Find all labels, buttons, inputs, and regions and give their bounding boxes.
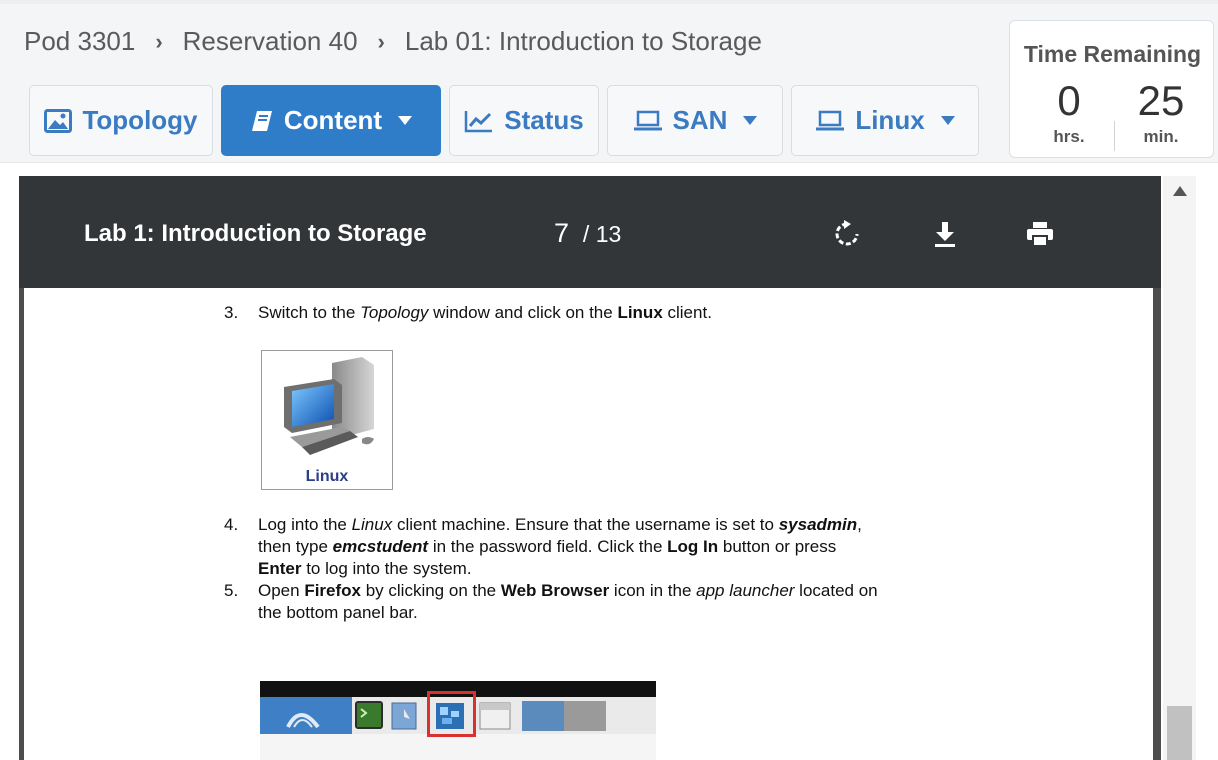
current-page-number[interactable]: 7 <box>554 218 569 248</box>
san-label: SAN <box>672 105 728 135</box>
status-label: Status <box>504 105 584 135</box>
desktop-computer-icon <box>284 357 374 455</box>
linux-figure-label: Linux <box>305 468 349 485</box>
step-text: Switch to the Topology window and click … <box>258 303 712 322</box>
status-button[interactable]: Status <box>449 85 599 156</box>
breadcrumb: Pod 3301 › Reservation 40 › Lab 01: Intr… <box>24 26 762 57</box>
topology-label: Topology <box>82 105 198 135</box>
scroll-up-arrow-icon[interactable] <box>1163 186 1196 206</box>
timer-hours-value: 0 <box>1057 77 1081 124</box>
step-number: 5. <box>224 581 239 600</box>
viewer-scrollbar[interactable] <box>1163 176 1196 760</box>
breadcrumb-pod[interactable]: Pod 3301 <box>24 26 135 57</box>
breadcrumb-reservation[interactable]: Reservation 40 <box>183 26 358 57</box>
panel-bar-bottom <box>260 734 656 760</box>
timer-minutes: 25 min. <box>1111 79 1211 147</box>
web-browser-highlight <box>427 691 476 737</box>
timer-hours: 0 hrs. <box>1019 79 1119 147</box>
content-label: Content <box>283 105 383 135</box>
chevron-down-icon <box>940 116 955 125</box>
linux-client-figure: Linux <box>261 350 393 490</box>
chevron-down-icon <box>743 116 758 125</box>
san-dropdown-button[interactable]: SAN <box>607 85 783 156</box>
timer-minutes-value: 25 <box>1137 77 1185 124</box>
panel-bar-screenshot <box>260 681 656 760</box>
total-pages: 13 <box>595 221 622 247</box>
terminal-icon <box>355 701 383 729</box>
download-icon[interactable] <box>929 218 961 250</box>
breadcrumb-separator-icon: › <box>377 28 385 54</box>
time-remaining-title: Time Remaining <box>1023 41 1202 67</box>
linux-label: Linux <box>855 105 925 135</box>
linux-dropdown-button[interactable]: Linux <box>791 85 979 156</box>
window-icon <box>479 702 511 730</box>
step-number: 3. <box>224 303 239 322</box>
page-indicator: 7 / 13 <box>554 218 621 249</box>
image-icon <box>44 108 73 133</box>
topology-button[interactable]: Topology <box>29 85 213 156</box>
line-chart-icon <box>464 109 494 133</box>
pdf-viewer: Lab 1: Introduction to Storage 7 / 13 3.… <box>19 176 1161 760</box>
lab-nav-bar: Topology Content Status SAN Linux <box>29 85 987 156</box>
laptop-icon <box>815 110 845 132</box>
pdf-page: 3. Switch to the Topology window and cli… <box>24 288 1153 760</box>
book-icon <box>250 109 274 133</box>
print-icon[interactable] <box>1024 218 1056 250</box>
breadcrumb-lab[interactable]: Lab 01: Introduction to Storage <box>405 26 762 57</box>
header-topline <box>0 0 1218 4</box>
lab-header: Pod 3301 › Reservation 40 › Lab 01: Intr… <box>0 0 1218 163</box>
page-separator: / <box>576 221 596 247</box>
laptop-icon <box>633 110 663 132</box>
content-dropdown-button[interactable]: Content <box>221 85 441 156</box>
step-text: Log into the Linux client machine. Ensur… <box>258 515 862 578</box>
step-number: 4. <box>224 515 239 534</box>
timer-hours-unit: hrs. <box>1053 127 1085 146</box>
chevron-down-icon <box>398 116 413 125</box>
timer-minutes-unit: min. <box>1143 127 1179 146</box>
scroll-thumb[interactable] <box>1167 706 1192 760</box>
step-text: Open Firefox by clicking on the Web Brow… <box>258 581 878 622</box>
breadcrumb-separator-icon: › <box>155 28 163 54</box>
pdf-document-title: Lab 1: Introduction to Storage <box>84 220 427 247</box>
pdf-toolbar: Lab 1: Introduction to Storage 7 / 13 <box>19 176 1161 288</box>
rotate-icon[interactable] <box>831 218 863 250</box>
time-remaining-panel: Time Remaining 0 hrs. 25 min. <box>1009 20 1214 158</box>
file-manager-icon <box>391 702 417 730</box>
